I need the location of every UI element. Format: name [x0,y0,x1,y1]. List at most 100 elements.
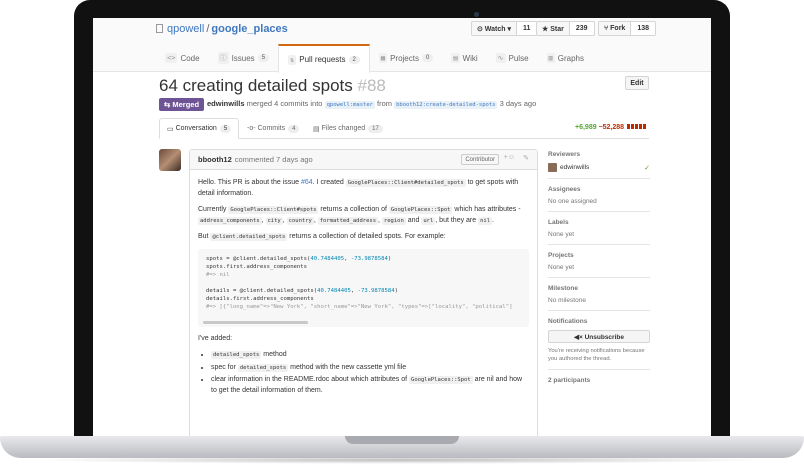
text: But [198,233,211,240]
code-scrollbar[interactable] [203,320,308,324]
comment-header: bbooth12 commented 7 days ago Contributor… [190,150,537,170]
inline-code: detailed_spots [211,351,262,359]
paragraph: I've added: [198,334,233,342]
prtab-count: 17 [368,124,383,133]
repo-icon [156,24,163,33]
fork-button[interactable]: ⑂ Fork [598,21,632,36]
star-count[interactable]: 239 [569,21,595,36]
tab-label: Projects [390,53,419,63]
text: , [261,216,266,224]
comment-meta: commented 7 days ago [234,155,313,164]
text: . I created [312,179,346,186]
inline-code: @client.detailed_spots [210,233,288,241]
tab-projects[interactable]: ▦ Projects 0 [370,44,442,72]
tab-pull-requests[interactable]: ⇅ Pull requests 2 [278,44,370,73]
tab-label: Wiki [462,53,478,63]
fork-count[interactable]: 138 [631,21,657,36]
watch-button[interactable]: ⊙ Watch ▾ [471,21,518,36]
inline-code: country [286,216,314,225]
contributor-badge: Contributor [461,154,499,165]
diffstat-bar [627,124,631,129]
file-diff-icon: ▤ [313,125,322,133]
tab-wiki[interactable]: ▤ Wiki [442,44,486,72]
edit-button[interactable]: Edit [625,76,649,90]
tab-label: Pull requests [299,55,346,64]
code-icon: <> [165,53,178,63]
inline-code: region [381,216,406,225]
repo-name-link[interactable]: google_places [211,23,287,35]
star-button[interactable]: ★ Star [536,21,570,36]
text: returns a collection of [318,206,389,213]
paragraph: But @client.detailed_spots returns a col… [198,232,529,243]
tab-code[interactable]: <> Code [156,44,209,72]
reviewers-section: Reviewers edwinwills ✓ [548,151,650,179]
reaction-icon[interactable]: +☺ [504,154,515,161]
prtab-count: 4 [288,124,300,133]
code-comment: #=> [{"long_name"=>"New York", "short_na… [206,303,513,310]
text: Hello. This PR is about the issue [198,179,301,186]
section-heading[interactable]: Assignees [548,186,650,193]
tab-label: Graphs [557,53,584,63]
tab-label: Code [180,53,200,63]
notification-note: You're receiving notifications because y… [548,348,645,362]
list-item: detailed_spots method [211,350,529,361]
text: clear information in the README.rdoc abo… [211,376,410,383]
tab-graphs[interactable]: ▥ Graphs [538,44,593,72]
code-text: ) [394,287,398,294]
graph-icon: ▥ [546,53,555,63]
reviewer-name: edwinwills [560,164,590,171]
star-action[interactable]: ★ Star 239 [536,21,595,36]
assignees-section: Assignees No one assigned [548,186,650,212]
code-number: 40.7484405 [310,255,345,262]
avatar [548,163,557,172]
repo-owner-link[interactable]: qpowell [167,23,204,35]
sidebar: Reviewers edwinwills ✓ Assignees No one a… [548,151,650,389]
diffstat-bar [631,124,635,129]
merged-text: merged 4 commits into [246,99,323,108]
section-heading[interactable]: Reviewers [548,151,650,158]
pr-title-text: 64 creating detailed spots [159,76,353,95]
tab-count: 0 [421,54,434,62]
merge-summary: edwinwills merged 4 commits into qpowell… [207,99,536,109]
tab-commits[interactable]: -o- Commits 4 [247,118,300,139]
base-branch[interactable]: qpowell:master [324,101,375,109]
prtab-label: Commits [257,125,286,132]
repo-header: qpowell / google_places ⊙ Watch ▾ 11 ★ Sta… [93,18,711,73]
comment-author[interactable]: bbooth12 [198,155,232,164]
unsubscribe-button[interactable]: ◀× Unsubscribe [548,330,650,343]
tab-issues[interactable]: ⓘ Issues 5 [209,44,278,72]
wiki-icon: ▤ [451,53,460,63]
comment-body: Hello. This PR is about the issue #64. I… [190,170,537,406]
edit-pencil-icon[interactable]: ✎ [523,154,529,162]
text: returns a collection of detailed spots. … [287,233,446,240]
inline-code: city [265,216,283,225]
tab-conversation[interactable]: ▭ Conversation 5 [159,118,240,139]
comment-icon: ▭ [167,125,176,133]
repo-nav: <> Code ⓘ Issues 5 ⇅ Pull requests 2 ▦ Project… [156,44,593,73]
merger-link[interactable]: edwinwills [207,99,245,108]
pr-comment: bbooth12 commented 7 days ago Contributor… [189,149,538,436]
code-number: -73.9878584 [350,255,388,262]
code-number: -73.9878584 [357,287,395,294]
deletions: −52,288 [598,124,625,131]
issue-link[interactable]: #64 [301,179,313,186]
tab-pulse[interactable]: ∿ Pulse [487,44,538,72]
head-branch[interactable]: bbooth12:create-detailed-spots [394,101,498,109]
avatar[interactable] [159,149,181,171]
section-heading[interactable]: Projects [548,252,650,259]
check-icon: ✓ [644,164,650,172]
watch-count[interactable]: 11 [517,21,538,36]
code-text: ) [387,255,392,262]
section-heading[interactable]: Milestone [548,285,650,292]
labels-section: Labels None yet [548,219,650,245]
tab-count: 2 [348,55,360,64]
section-heading[interactable]: Labels [548,219,650,226]
notifications-section: Notifications ◀× Unsubscribe You're rece… [548,318,650,370]
code-text: details.first.address_components [206,295,314,302]
watch-action[interactable]: ⊙ Watch ▾ 11 [471,21,538,36]
fork-action[interactable]: ⑂ Fork 138 [598,21,657,36]
tab-files-changed[interactable]: ▤ Files changed 17 [313,118,383,139]
issue-icon: ⓘ [217,52,229,64]
reviewer-item[interactable]: edwinwills ✓ [548,163,650,172]
inline-code: GooglePlaces::Client#detailed_spots [345,179,466,187]
